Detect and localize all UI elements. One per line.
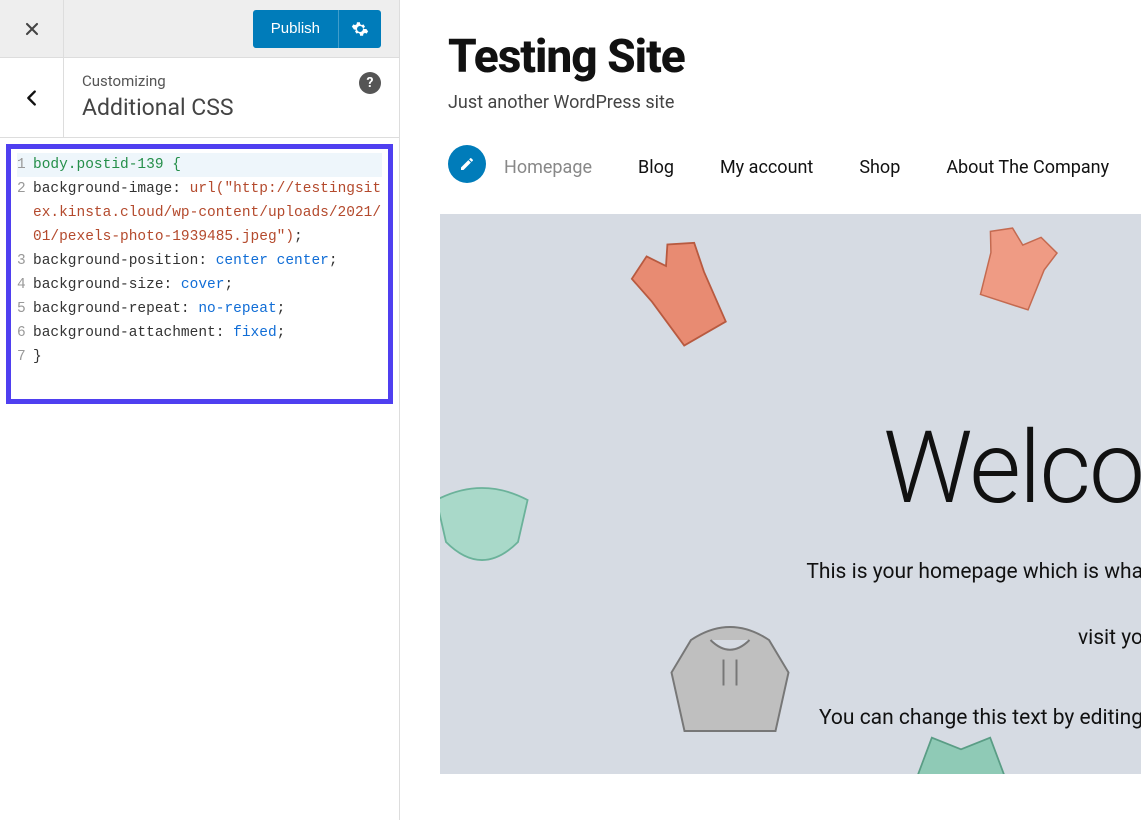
- css-editor[interactable]: 1 body.postid-139 { 2 background-image: …: [6, 144, 393, 404]
- site-tagline: Just another WordPress site: [448, 92, 1141, 113]
- hero-heading: Welco: [806, 410, 1141, 527]
- line-number: 2: [17, 177, 33, 249]
- close-button[interactable]: [0, 0, 64, 57]
- nav-my-account[interactable]: My account: [720, 157, 813, 178]
- customizer-sidebar: Publish Customizing Additional CSS ? 1: [0, 0, 400, 820]
- pencil-icon: [459, 156, 475, 172]
- line-number: 6: [17, 321, 33, 345]
- hero-paragraph-4: menu in you: [806, 765, 1141, 774]
- nav-shop[interactable]: Shop: [859, 157, 900, 178]
- publish-button[interactable]: Publish: [253, 10, 381, 48]
- line-number: 4: [17, 273, 33, 297]
- shirt-illustration-icon: [616, 232, 746, 352]
- line-number: 7: [17, 345, 33, 369]
- publish-area: Publish: [64, 0, 399, 57]
- publish-settings-toggle[interactable]: [338, 10, 381, 48]
- help-icon[interactable]: ?: [359, 72, 381, 94]
- publish-label: Publish: [253, 20, 338, 37]
- hero-text: Welco This is your homepage which is wha…: [806, 410, 1141, 774]
- tshirt-illustration-icon: [961, 216, 1071, 316]
- hero-section: Welco This is your homepage which is wha…: [440, 214, 1141, 774]
- panel-header: Customizing Additional CSS ?: [0, 58, 399, 138]
- gear-icon: [351, 20, 369, 38]
- nav-blog[interactable]: Blog: [638, 157, 674, 178]
- line-number: 5: [17, 297, 33, 321]
- hero-paragraph-1: This is your homepage which is wha: [806, 553, 1141, 593]
- breadcrumb: Customizing: [82, 72, 381, 90]
- nav-about[interactable]: About The Company: [946, 157, 1109, 178]
- panel-title: Additional CSS: [82, 94, 381, 121]
- line-number: 3: [17, 249, 33, 273]
- line-number: 1: [17, 153, 33, 177]
- panel-heading: Customizing Additional CSS ?: [64, 58, 399, 137]
- customizer-topbar: Publish: [0, 0, 399, 58]
- hero-paragraph-2: visit yo: [806, 619, 1141, 659]
- hoodie-illustration-icon: [650, 614, 810, 744]
- hero-paragraph-3: You can change this text by editing: [806, 699, 1141, 739]
- nav-homepage[interactable]: Homepage: [504, 157, 592, 178]
- chevron-left-icon: [21, 87, 43, 109]
- primary-nav: Homepage Blog My account Shop About The …: [504, 157, 1141, 178]
- edit-shortcut-button[interactable]: [448, 145, 486, 183]
- underwear-illustration-icon: [440, 454, 542, 594]
- site-title: Testing Site: [448, 30, 1141, 84]
- back-button[interactable]: [0, 58, 64, 137]
- site-preview: Testing Site Just another WordPress site…: [400, 0, 1141, 820]
- close-icon: [22, 19, 42, 39]
